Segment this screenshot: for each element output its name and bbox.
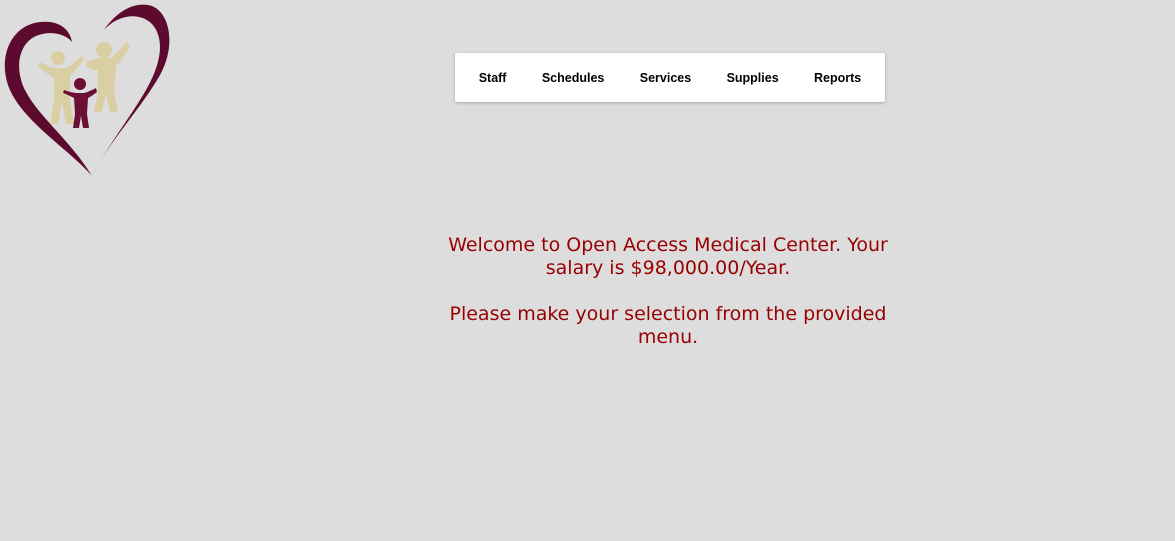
- menu-item-schedules[interactable]: Schedules: [536, 67, 611, 89]
- main-menu: Staff Schedules Services Supplies Report…: [455, 53, 885, 102]
- menu-item-services[interactable]: Services: [634, 67, 697, 89]
- menu-item-reports[interactable]: Reports: [808, 67, 867, 89]
- welcome-message: Welcome to Open Access Medical Center. Y…: [418, 234, 918, 349]
- logo: [0, 0, 180, 180]
- welcome-text: Welcome to Open Access Medical Center. Y…: [448, 234, 888, 279]
- instruction-text: Please make your selection from the prov…: [449, 303, 887, 348]
- menu-item-staff[interactable]: Staff: [473, 67, 513, 89]
- heart-family-logo-icon: [4, 4, 170, 176]
- menu-item-supplies[interactable]: Supplies: [721, 67, 785, 89]
